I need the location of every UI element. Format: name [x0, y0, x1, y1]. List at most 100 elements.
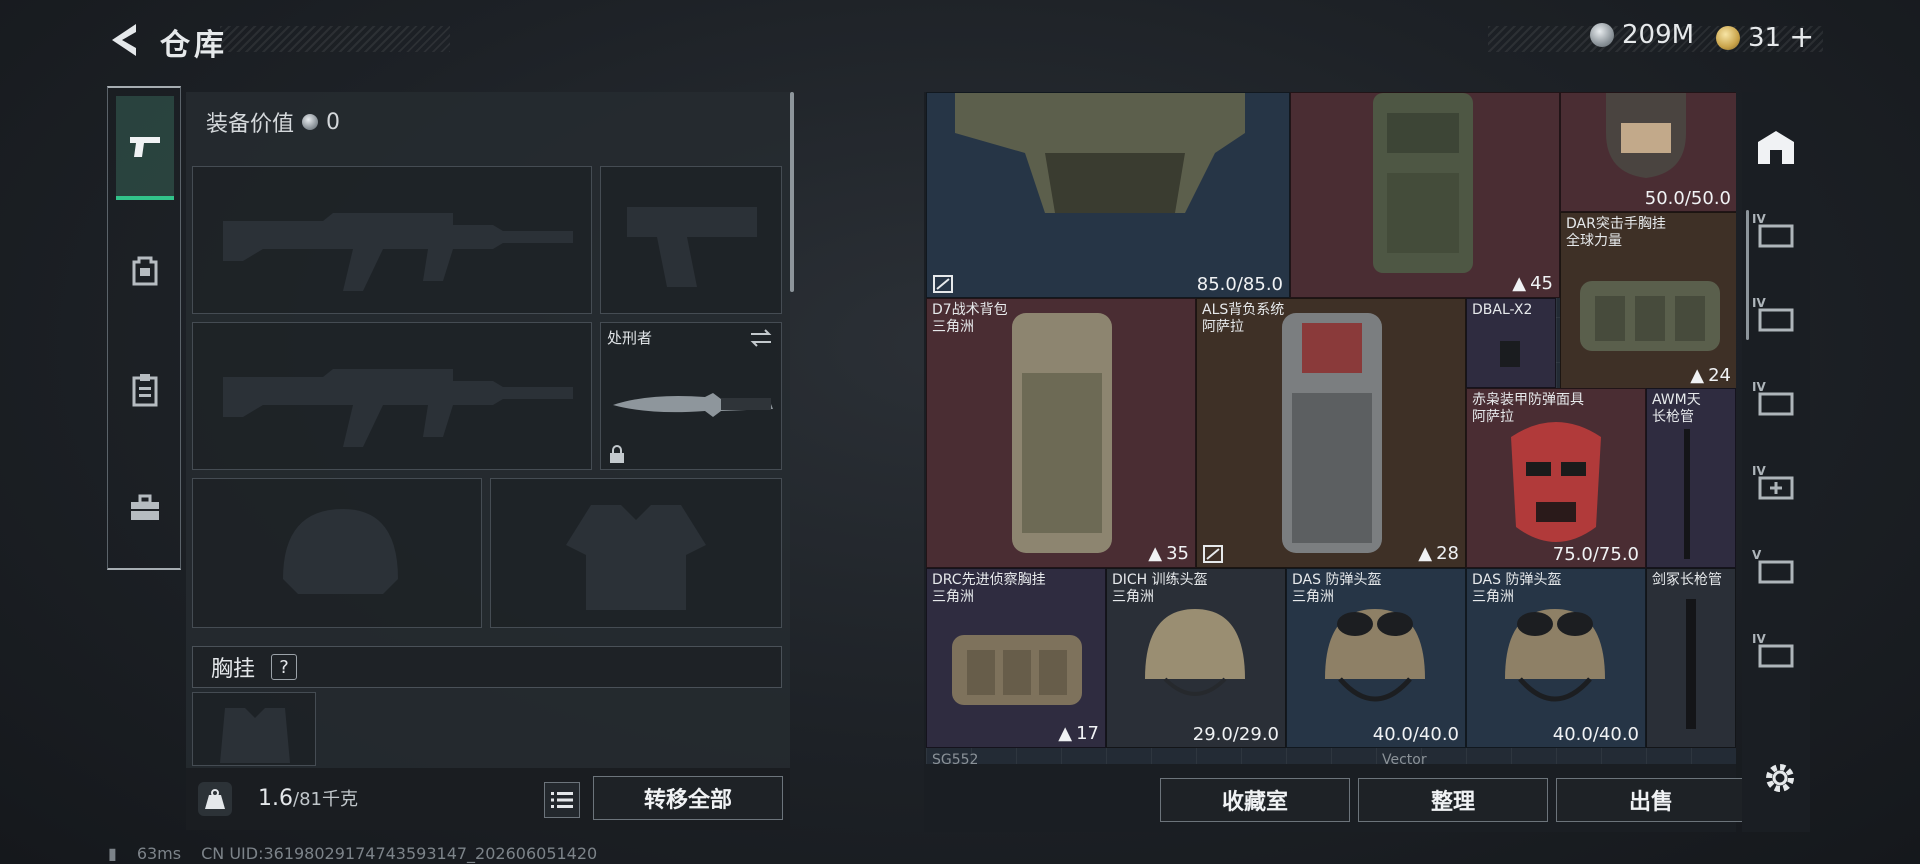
helmet-item[interactable]: 50.0/50.0 [1560, 92, 1736, 212]
storage-v[interactable]: V [1748, 534, 1804, 604]
clipboard-icon [132, 374, 158, 407]
storage-iv-1[interactable]: IV [1748, 198, 1804, 268]
settings-gear-icon[interactable] [1762, 760, 1798, 796]
sort-button[interactable]: 整理 [1358, 778, 1548, 822]
armor-item[interactable]: 85.0/85.0 [926, 92, 1290, 298]
mask-durability: 75.0/75.0 [1552, 544, 1639, 565]
d7-backpack-item[interactable]: D7战术背包 三角洲 ▲ 35 [926, 298, 1196, 568]
repair-icon [1203, 545, 1223, 563]
silver-currency: 209M [1590, 20, 1694, 50]
stash-grid: 85.0/85.0 ▲ 45 50.0/50.0 DAR突击手胸挂 全球力量 ▲ 24 [926, 92, 1736, 764]
das-helmet-item-2[interactable]: DAS 防弹头盔 三角洲 40.0/40.0 [1466, 568, 1646, 748]
dich-helmet-item[interactable]: DICH 训练头盔 三角洲 29.0/29.0 [1106, 568, 1286, 748]
weight-readout: 1.6/81千克 [258, 785, 358, 811]
melee-name: 处刑者 [607, 329, 653, 347]
rifle-silhouette-icon [223, 213, 573, 291]
helmet-slot[interactable] [192, 478, 482, 628]
storage-iv-add[interactable]: IV [1748, 450, 1804, 520]
backpack-icon [132, 256, 158, 286]
back-arrow-icon[interactable] [104, 20, 148, 60]
backpack-image [1012, 313, 1112, 553]
equipment-value-label: 装备价值 [206, 112, 295, 137]
list-view-button[interactable] [544, 782, 580, 818]
primary-weapon-slot[interactable] [192, 166, 592, 314]
d7-backpack-name: D7战术背包 三角洲 [932, 302, 1008, 335]
backpack-capacity: ▲ 45 [1512, 273, 1553, 294]
uid-readout: CN UID:36198029174743593147_202606051420 [201, 844, 598, 863]
armor-image [955, 93, 1245, 213]
armor-slot[interactable] [490, 478, 782, 628]
list-icon [551, 792, 573, 808]
row-label: SG552 [932, 752, 979, 764]
sell-button[interactable]: 出售 [1556, 778, 1746, 822]
silver-coin-icon [302, 114, 319, 130]
dbal-item[interactable]: DBAL-X2 [1466, 298, 1556, 388]
rifle-silhouette-icon [223, 369, 573, 447]
als-backpack-name: ALS背负系统 阿萨拉 [1202, 302, 1285, 335]
toolbox-icon [131, 494, 159, 520]
gold-add-button[interactable]: + [1789, 20, 1814, 55]
armor-durability: 85.0/85.0 [1196, 274, 1283, 295]
storage-iv-2[interactable]: IV [1748, 282, 1804, 352]
vest-capacity: ▲ 24 [1690, 365, 1731, 386]
capacity-icon: ▲ [1690, 365, 1705, 386]
equipment-value-amount: 0 [326, 109, 341, 135]
dbal-name: DBAL-X2 [1472, 302, 1533, 318]
title-decoration [220, 26, 450, 52]
transfer-all-button[interactable]: 转移全部 [593, 776, 783, 820]
awm-barrel-item[interactable]: AWM天 长枪管 [1646, 388, 1736, 568]
backpack-tab[interactable] [116, 218, 174, 322]
clipboard-tab[interactable] [116, 338, 174, 442]
vest-slot[interactable] [192, 692, 316, 766]
storage-icon [1758, 560, 1794, 584]
red-mask-item[interactable]: 赤枭装甲防弹面具 阿萨拉 75.0/75.0 [1466, 388, 1646, 568]
mask-image [1511, 422, 1601, 542]
backpack-item[interactable]: ▲ 45 [1290, 92, 1560, 298]
pistol-slot[interactable] [600, 166, 782, 314]
barrel-image [1684, 429, 1690, 559]
swap-icon[interactable] [749, 329, 773, 347]
storage-scrollbar[interactable] [1746, 210, 1749, 340]
das-durability: 40.0/40.0 [1552, 724, 1639, 745]
vest-image [1580, 281, 1720, 351]
storage-iv-3[interactable]: IV [1748, 366, 1804, 436]
sword-barrel-item[interactable]: 剑冢长枪管 [1646, 568, 1736, 748]
das-durability: 40.0/40.0 [1372, 724, 1459, 745]
row-label: Vector [1382, 752, 1427, 764]
das-helmet-item-1[interactable]: DAS 防弹头盔 三角洲 40.0/40.0 [1286, 568, 1466, 748]
storage-iv-4[interactable]: IV [1748, 618, 1804, 688]
lock-icon [610, 445, 624, 463]
repair-icon [933, 275, 953, 293]
vest-label: 胸挂 [211, 657, 256, 682]
helmet-silhouette-icon [283, 509, 398, 594]
vest-section-header: 胸挂 ? [192, 646, 782, 688]
pistol-silhouette-icon [627, 207, 757, 287]
weight-current: 1.6 [258, 786, 293, 811]
collection-room-button[interactable]: 收藏室 [1160, 778, 1350, 822]
melee-slot[interactable]: 处刑者 [600, 322, 782, 470]
toolbox-tab[interactable] [116, 456, 174, 560]
weapons-tab[interactable] [116, 96, 174, 200]
secondary-weapon-slot[interactable] [192, 322, 592, 470]
drc-capacity: ▲ 17 [1058, 723, 1099, 744]
barrel-image [1686, 599, 1696, 729]
ping-readout: 63ms [136, 844, 182, 863]
battery-icon: ▮ [108, 844, 117, 863]
stash-actions: 收藏室 整理 出售 [1160, 778, 1746, 822]
equipment-value: 装备价值 0 [206, 106, 340, 138]
capacity-icon: ▲ [1058, 723, 1073, 744]
gold-currency: 31 + [1716, 20, 1814, 55]
weight-bar: 1.6/81千克 转移全部 [186, 768, 790, 830]
home-tab[interactable] [1748, 112, 1804, 182]
help-button[interactable]: ? [271, 654, 298, 680]
dar-vest-item[interactable]: DAR突击手胸挂 全球力量 ▲ 24 [1560, 212, 1736, 390]
knife-image [613, 393, 773, 417]
als-backpack-item[interactable]: ALS背负系统 阿萨拉 ▲ 28 [1196, 298, 1466, 568]
capacity-icon: ▲ [1148, 543, 1163, 564]
equipment-scrollbar[interactable] [790, 92, 794, 292]
silver-coin-icon [1590, 23, 1614, 47]
drc-vest-item[interactable]: DRC先进侦察胸挂 三角洲 ▲ 17 [926, 568, 1106, 748]
vest-image [952, 635, 1082, 705]
storage-sidebar: IV IV IV IV V IV [1742, 92, 1810, 832]
kg-weight-icon [198, 782, 232, 816]
